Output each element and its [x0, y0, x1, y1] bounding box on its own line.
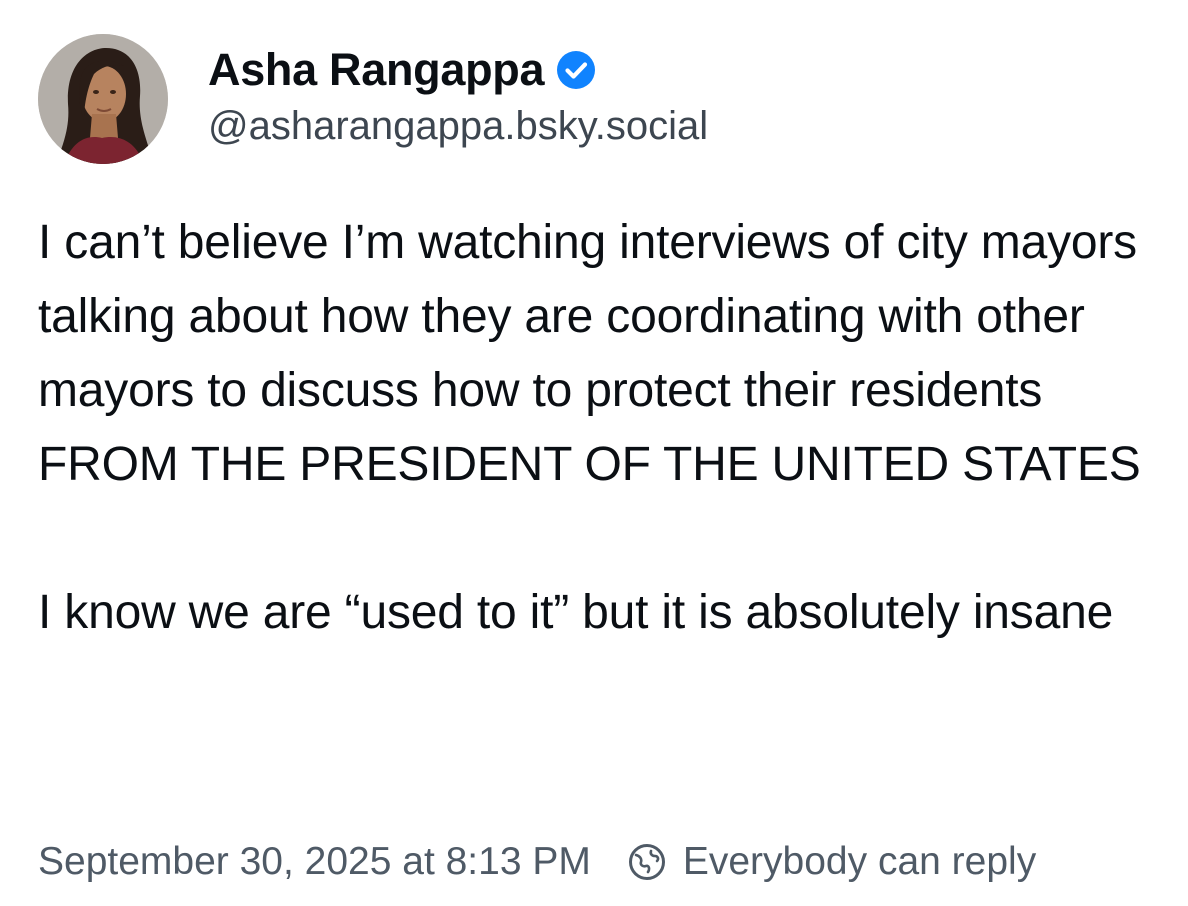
- author-block: Asha Rangappa @asharangappa.bsky.social: [208, 42, 708, 149]
- avatar-photo: [38, 34, 168, 164]
- post-body: I can’t believe I’m watching interviews …: [38, 206, 1168, 650]
- post-card: Asha Rangappa @asharangappa.bsky.social …: [0, 0, 1188, 906]
- post-meta: September 30, 2025 at 8:13 PM Everybody …: [38, 840, 1036, 884]
- globe-icon: [627, 842, 667, 882]
- author-handle[interactable]: @asharangappa.bsky.social: [208, 104, 708, 149]
- avatar[interactable]: [38, 34, 168, 164]
- verified-badge-icon[interactable]: [556, 50, 596, 90]
- author-display-name[interactable]: Asha Rangappa: [208, 44, 544, 96]
- post-paragraph: I know we are “used to it” but it is abs…: [38, 586, 1114, 639]
- post-paragraph: I can’t believe I’m watching interviews …: [38, 216, 1141, 491]
- reply-setting-button[interactable]: Everybody can reply: [627, 840, 1036, 884]
- author-name-row: Asha Rangappa: [208, 42, 708, 98]
- post-timestamp[interactable]: September 30, 2025 at 8:13 PM: [38, 840, 591, 884]
- reply-setting-label: Everybody can reply: [682, 840, 1037, 883]
